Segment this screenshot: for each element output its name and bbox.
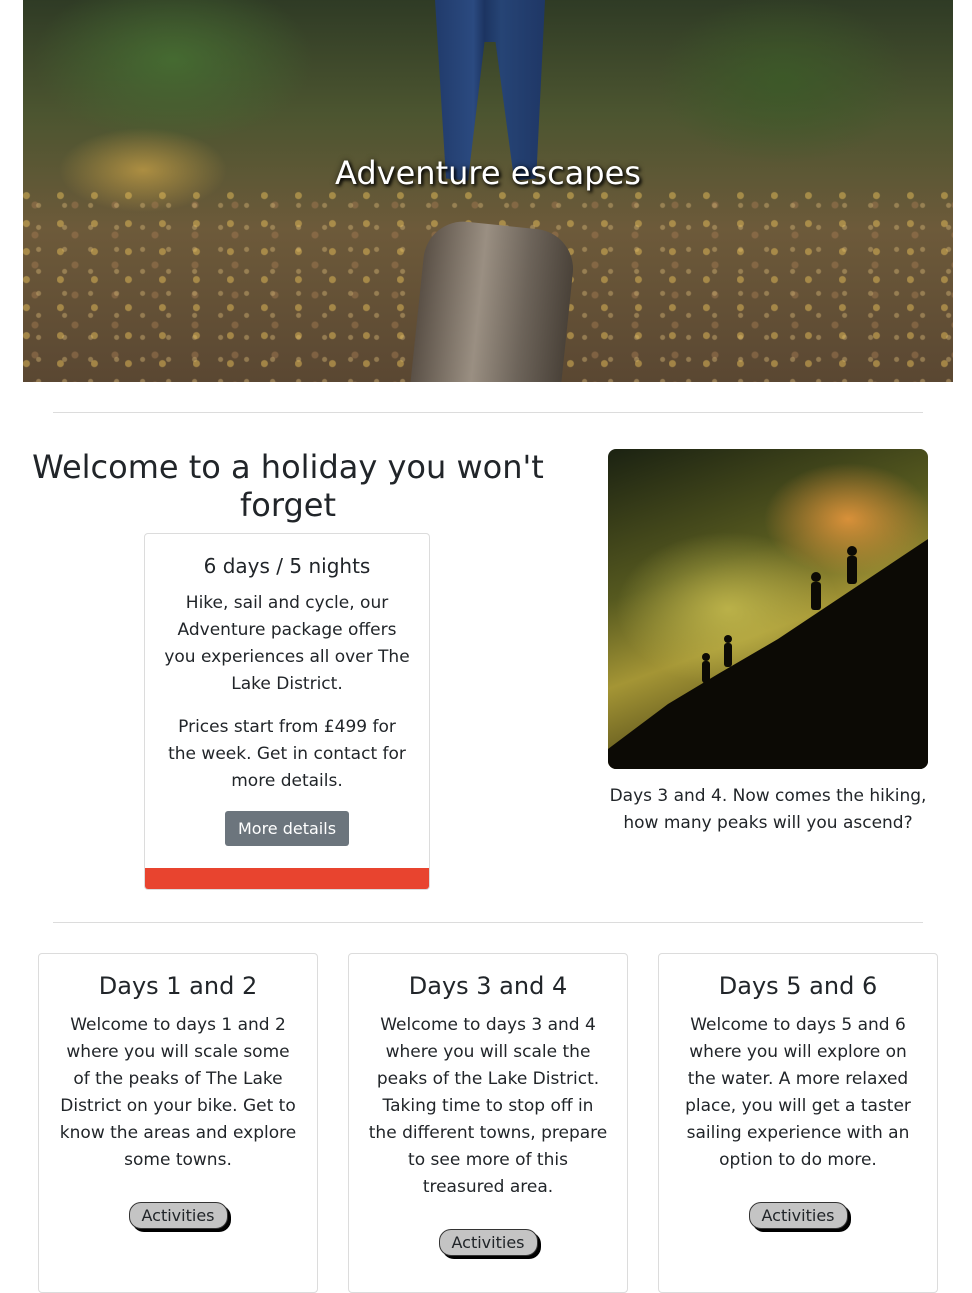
activities-button[interactable]: Activities xyxy=(748,1202,848,1229)
days-card-title: Days 1 and 2 xyxy=(98,972,258,1000)
hikers-image xyxy=(608,449,928,769)
package-duration: 6 days / 5 nights xyxy=(203,554,371,578)
days-card-text: Welcome to days 3 and 4 where you will s… xyxy=(368,1015,608,1197)
package-price: Prices start from £499 for the week. Get… xyxy=(168,717,406,791)
hikers-caption: Days 3 and 4. Now comes the hiking, how … xyxy=(609,786,927,833)
days-card-2: Days 3 and 4 Welcome to days 3 and 4 whe… xyxy=(348,953,628,1293)
activities-button[interactable]: Activities xyxy=(128,1202,228,1229)
activities-button[interactable]: Activities xyxy=(438,1229,538,1256)
hero-title: Adventure escapes xyxy=(335,154,641,192)
hero-log xyxy=(409,217,577,382)
hero-banner: Adventure escapes xyxy=(23,0,953,382)
days-card-1: Days 1 and 2 Welcome to days 1 and 2 whe… xyxy=(38,953,318,1293)
card-accent-bar xyxy=(145,868,429,889)
package-card: 6 days / 5 nights Hike, sail and cycle, … xyxy=(144,533,430,890)
days-card-title: Days 5 and 6 xyxy=(718,972,878,1000)
days-card-title: Days 3 and 4 xyxy=(408,972,568,1000)
section-divider xyxy=(53,412,923,413)
days-card-text: Welcome to days 5 and 6 where you will e… xyxy=(685,1015,911,1170)
days-card-3: Days 5 and 6 Welcome to days 5 and 6 whe… xyxy=(658,953,938,1293)
days-card-text: Welcome to days 1 and 2 where you will s… xyxy=(59,1015,297,1170)
hikers-silhouette xyxy=(608,539,928,769)
welcome-heading: Welcome to a holiday you won't forget xyxy=(32,448,544,524)
section-divider xyxy=(53,922,923,923)
more-details-button[interactable]: More details xyxy=(224,811,350,846)
package-description: Hike, sail and cycle, our Adventure pack… xyxy=(164,593,410,694)
